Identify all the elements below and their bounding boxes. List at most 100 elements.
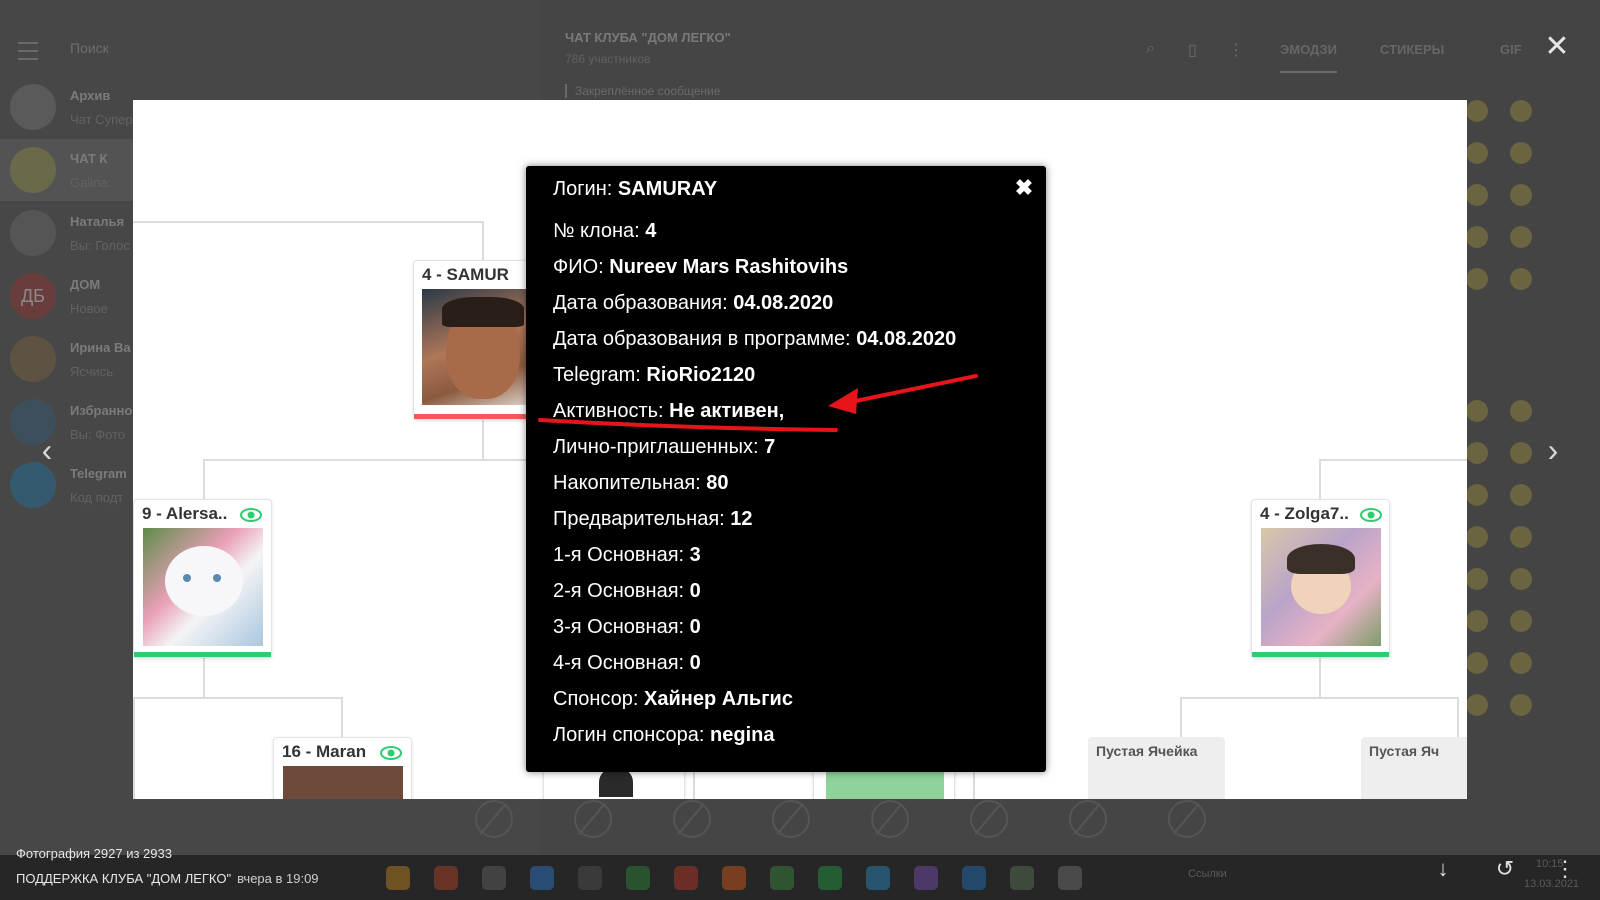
hair-shape [1287,544,1355,574]
chat-preview: Код подт [70,490,124,505]
info-value: 0 [689,616,701,638]
sidebar-icon: ▯ [1188,42,1197,59]
chat-name: ЧАТ К [70,151,108,166]
skype-icon [530,866,554,890]
info-label: 3-я Основная: [553,616,685,638]
chevron-right-icon[interactable]: › [1536,430,1570,470]
photo-image: 4 - SAMUR 9 - Alersa.. 4 - Zolga7.. 16 -… [133,100,1467,799]
user-info-modal: ✖ Логин: SAMURAY № клона: 4 ФИО: Nureev Ma… [526,166,1046,772]
emoji [1510,184,1532,206]
camera-icon [482,866,506,890]
cat-eye [183,574,191,582]
info-value: 0 [689,652,701,674]
photo-time: вчера в 19:09 [237,871,319,886]
tree-line [1319,656,1321,698]
tree-line [341,697,343,737]
chrome-icon [770,866,794,890]
tree-line [133,221,483,223]
info-value: 0 [689,580,701,602]
info-value: 4 [645,220,657,242]
info-value: Хайнер Альгис [644,688,793,710]
info-row: 1-я Основная: 3 [553,544,701,567]
rotate-icon[interactable]: ↺ [1492,856,1518,882]
chevron-left-icon[interactable]: ‹ [30,430,64,470]
tree-card-maran[interactable]: 16 - Maran [273,737,412,799]
empty-cell-title: Пустая Ячейка [1096,743,1198,759]
avatar [283,766,403,799]
info-label: № клона: [553,220,640,242]
info-row: Логин: SAMURAY [553,178,717,201]
hair-shape [442,297,524,327]
skype-icon [962,866,986,890]
emoji [1510,226,1532,248]
info-label: Активность: [553,400,664,422]
info-value: Nureev Mars Rashitovihs [609,256,849,278]
empty-cell[interactable]: Пустая Яч [1361,737,1467,799]
arrow-shaft [839,374,978,406]
more-vertical-icon[interactable]: ⋮ [1552,856,1578,882]
info-label: Предварительная: [553,508,725,530]
avatar [10,147,56,193]
info-row: Предварительная: 12 [553,508,753,531]
info-value: negina [710,724,775,746]
emoji [1510,400,1532,422]
emoji [1466,484,1488,506]
block-icon [1069,800,1107,838]
menu-icon [18,42,38,60]
info-row: ФИО: Nureev Mars Rashitovihs [553,256,848,279]
emoji [1466,610,1488,632]
info-value: 3 [689,544,701,566]
tree-line [1180,697,1458,699]
avatar [10,84,56,130]
card-title: 4 - SAMUR [422,265,509,284]
card-status-bar [1252,652,1389,657]
app-icon [578,866,602,890]
chat-name: Ирина Ва [70,340,131,355]
info-label: ФИО: [553,256,604,278]
close-icon[interactable]: ✖ [1014,177,1034,199]
emoji [1510,610,1532,632]
tree-line [1319,459,1467,461]
eye-icon[interactable] [1360,508,1382,522]
tree-line [1457,697,1459,737]
emoji [1510,442,1532,464]
chat-preview: Чат Супер [70,112,133,127]
tree-line [1319,459,1321,499]
avatar [10,210,56,256]
chat-preview: Galina: [70,175,112,190]
tree-card-zolga[interactable]: 4 - Zolga7.. [1251,499,1390,658]
emoji [1466,568,1488,590]
download-icon[interactable]: ↓ [1430,856,1456,882]
emoji [1466,442,1488,464]
info-value: 7 [764,436,776,458]
info-row: Активность: Не активен, [553,400,784,423]
info-label: Логин спонсора: [553,724,705,746]
photo-counter: Фотография 2927 из 2933 [16,846,172,861]
block-icon [475,800,513,838]
info-row: Накопительная: 80 [553,472,729,495]
close-icon[interactable]: ✕ [1540,30,1574,64]
empty-cell-title: Пустая Яч [1369,743,1440,759]
block-icon [772,800,810,838]
emoji [1466,400,1488,422]
info-label: Telegram: [553,364,641,386]
tree-card-alersa[interactable]: 9 - Alersa.. [133,499,272,658]
eye-icon[interactable] [240,508,262,522]
photo-sender: ПОДДЕРЖКА КЛУБА "ДОМ ЛЕГКО" вчера в 19:09 [16,871,319,886]
app-icon [626,866,650,890]
info-label: 1-я Основная: [553,544,685,566]
eye-icon[interactable] [380,746,402,760]
chat-preview: Ясчись [70,364,114,379]
empty-cell[interactable]: Пустая Ячейка [1088,737,1225,799]
taskbar-links: Ссылки [1188,868,1227,880]
info-label: 4-я Основная: [553,652,685,674]
firefox-icon [722,866,746,890]
app-icon [386,866,410,890]
emoji [1510,100,1532,122]
whatsapp-icon [818,866,842,890]
emoji [1466,226,1488,248]
info-row: Лично-приглашенных: 7 [553,436,775,459]
emoji [1510,142,1532,164]
tree-line [133,697,343,699]
emoji [1466,142,1488,164]
